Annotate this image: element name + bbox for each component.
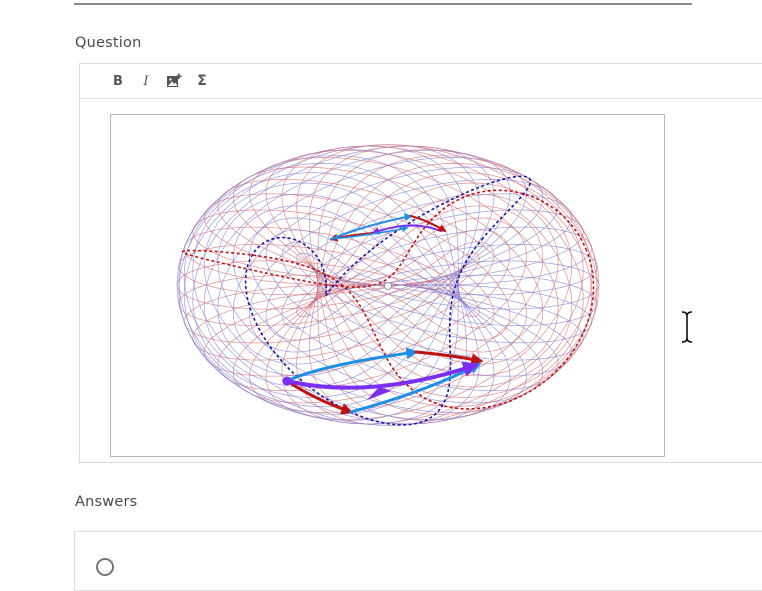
start-point	[282, 376, 292, 386]
formula-button[interactable]: Σ	[194, 73, 210, 89]
torus-figure	[110, 114, 665, 457]
insert-image-button[interactable]	[166, 73, 182, 89]
answer-radio[interactable]	[96, 558, 114, 576]
editor-toolbar: B I Σ	[80, 64, 762, 99]
torus-diagram	[176, 144, 600, 426]
blue-dashed-curve	[244, 175, 532, 426]
red-dashed-curve	[181, 189, 595, 410]
purple-arrow-head	[367, 387, 391, 400]
image-plus-icon	[167, 73, 182, 87]
top-divider	[74, 0, 692, 5]
bold-button[interactable]: B	[110, 73, 126, 89]
text-cursor-icon	[681, 310, 693, 344]
answers-label: Answers	[75, 494, 138, 510]
italic-button[interactable]: I	[138, 73, 154, 89]
question-label: Question	[75, 35, 142, 51]
answers-list	[74, 531, 762, 591]
center-point	[384, 282, 392, 290]
